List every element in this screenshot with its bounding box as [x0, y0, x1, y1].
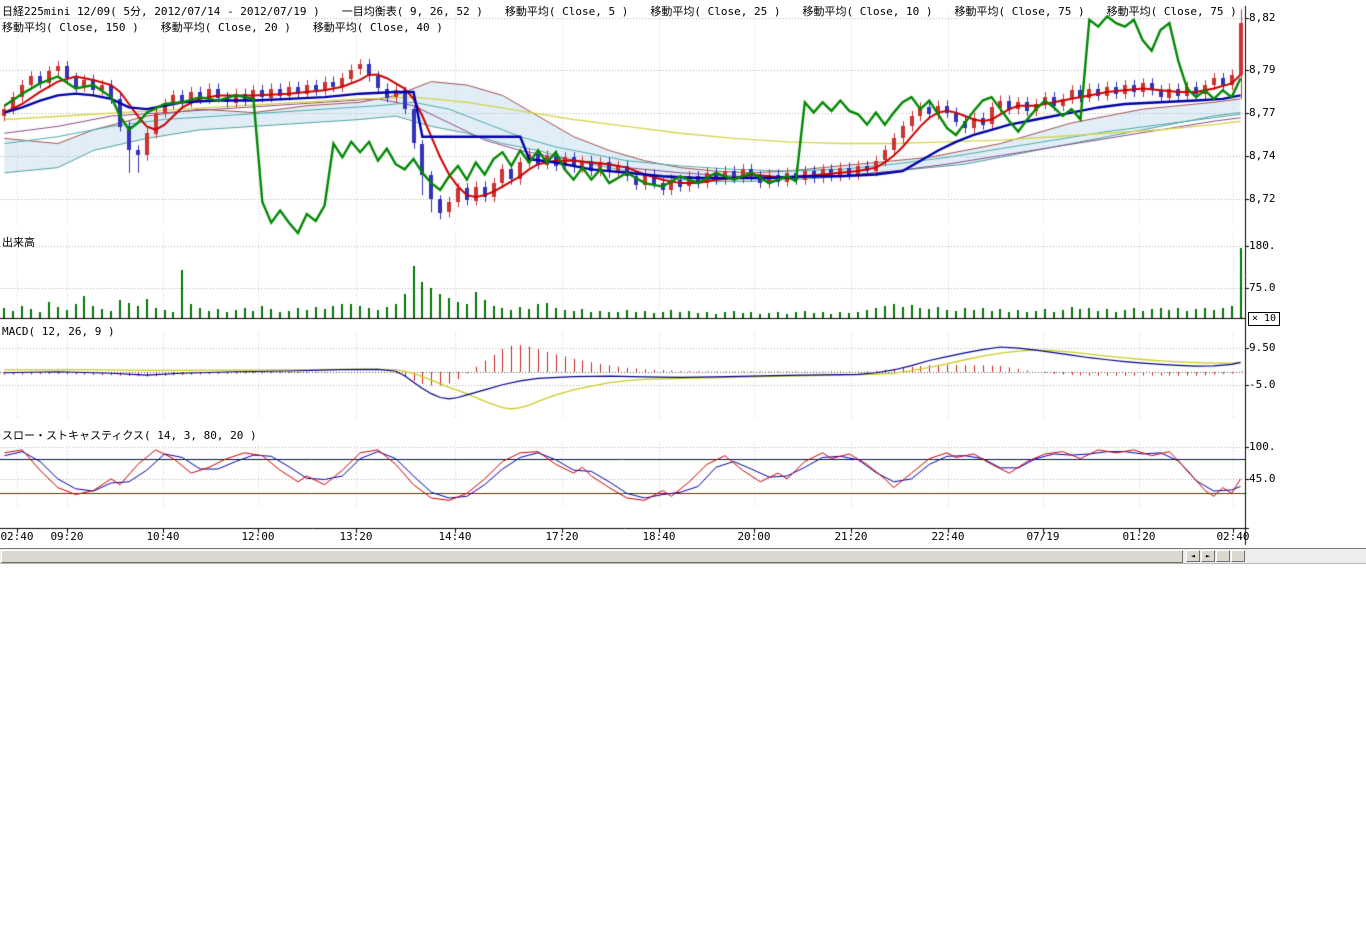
legend-item: 移動平均( Close, 10 ): [802, 3, 932, 19]
macd-axis-label: 9.50: [1249, 342, 1276, 354]
legend-item: 移動平均( Close, 25 ): [650, 3, 780, 19]
legend-item: 移動平均( Close, 75 ): [955, 3, 1085, 19]
price-axis-label: 8,79: [1249, 64, 1276, 76]
time-axis-label: 02:40: [1216, 531, 1249, 543]
time-axis-label: 13:20: [339, 531, 372, 543]
time-axis-label: 18:40: [642, 531, 675, 543]
chart-window: 日経225mini 12/09( 5分, 2012/07/14 - 2012/0…: [0, 0, 1366, 934]
scrollbar-button[interactable]: [1216, 550, 1230, 562]
time-axis-label: 17:20: [545, 531, 578, 543]
legend-item: 移動平均( Close, 150 ): [2, 19, 139, 35]
legend-row-2: 移動平均( Close, 150 ) 移動平均( Close, 20 ) 移動平均(…: [2, 19, 443, 35]
legend-row-1: 日経225mini 12/09( 5分, 2012/07/14 - 2012/0…: [2, 3, 1237, 19]
macd-axis-label: -5.0: [1249, 379, 1276, 391]
macd-panel-label: MACD( 12, 26, 9 ): [2, 325, 115, 338]
chart-overlay: 日経225mini 12/09( 5分, 2012/07/14 - 2012/0…: [0, 0, 1366, 934]
scrollbar-button[interactable]: [1231, 550, 1245, 562]
stoch-axis-label: 100.: [1249, 441, 1276, 453]
stochastics-panel-label: スロー・ストキャスティクス( 14, 3, 80, 20 ): [2, 427, 257, 443]
legend-item: 一目均衡表( 9, 26, 52 ): [342, 3, 483, 19]
time-axis-label: 22:40: [931, 531, 964, 543]
legend-item: 移動平均( Close, 20 ): [161, 19, 291, 35]
legend-item: 移動平均( Close, 75 ): [1107, 3, 1237, 19]
volume-multiplier-badge: × 10: [1248, 312, 1280, 326]
legend-item: 移動平均( Close, 40 ): [313, 19, 443, 35]
price-axis-label: 8,74: [1249, 150, 1276, 162]
time-axis-label: 20:00: [737, 531, 770, 543]
price-axis-label: 8,72: [1249, 193, 1276, 205]
time-axis-label: 21:20: [834, 531, 867, 543]
time-axis-label: 01:20: [1122, 531, 1155, 543]
time-axis-label: 12:00: [241, 531, 274, 543]
legend-item: 移動平均( Close, 5 ): [505, 3, 628, 19]
time-axis-label: 07/19: [1026, 531, 1059, 543]
price-axis-label: 8,82: [1249, 12, 1276, 24]
volume-axis-label: 75.0: [1249, 282, 1276, 294]
stoch-axis-label: 45.0: [1249, 473, 1276, 485]
time-axis-label: 02:40: [0, 531, 33, 543]
scrollbar-thumb[interactable]: [1, 550, 1183, 563]
legend-item: 日経225mini 12/09( 5分, 2012/07/14 - 2012/0…: [2, 3, 320, 19]
scroll-right-button[interactable]: ►: [1201, 550, 1215, 562]
time-axis-label: 14:40: [438, 531, 471, 543]
scroll-left-button[interactable]: ◄: [1186, 550, 1200, 562]
time-axis-label: 10:40: [146, 531, 179, 543]
horizontal-scrollbar[interactable]: ◄ ►: [0, 548, 1366, 564]
price-axis-label: 8,77: [1249, 107, 1276, 119]
volume-axis-label: 180.: [1249, 240, 1276, 252]
volume-panel-label: 出来高: [2, 234, 35, 250]
time-axis-label: 09:20: [50, 531, 83, 543]
